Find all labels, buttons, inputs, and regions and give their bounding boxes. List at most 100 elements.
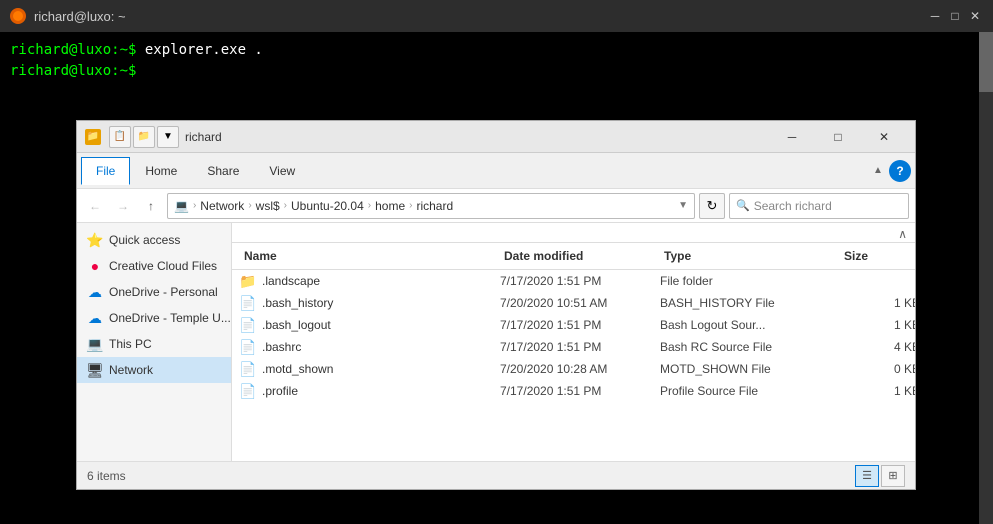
terminal-maximize-button[interactable]: □ bbox=[947, 8, 963, 24]
file-name-cell: 📄 .bashrc bbox=[240, 339, 500, 355]
path-segment-pc[interactable]: 💻 bbox=[174, 199, 189, 213]
refresh-button[interactable]: ↻ bbox=[699, 193, 725, 219]
details-view-button[interactable]: ☰ bbox=[855, 465, 879, 487]
sidebar-label-onedrive-personal: OneDrive - Personal bbox=[109, 285, 218, 299]
file-date-cell: 7/20/2020 10:51 AM bbox=[500, 296, 660, 310]
file-icon: 📄 bbox=[240, 339, 256, 355]
file-icon: 📄 bbox=[240, 361, 256, 377]
file-name-cell: 📄 .bash_history bbox=[240, 295, 500, 311]
file-size-cell: 1 KB bbox=[840, 384, 915, 398]
table-row[interactable]: 📁 .landscape 7/17/2020 1:51 PM File fold… bbox=[232, 270, 915, 292]
terminal-line1: richard@luxo:~$ explorer.exe . bbox=[10, 40, 983, 61]
path-segment-ubuntu[interactable]: Ubuntu-20.04 bbox=[291, 199, 364, 213]
sidebar-label-creative-cloud: Creative Cloud Files bbox=[109, 259, 217, 273]
table-row[interactable]: 📄 .bashrc 7/17/2020 1:51 PM Bash RC Sour… bbox=[232, 336, 915, 358]
sidebar-item-onedrive-temple[interactable]: ☁ OneDrive - Temple U... bbox=[77, 305, 231, 331]
address-path[interactable]: 💻 › Network › wsl$ › Ubuntu-20.04 › home… bbox=[167, 193, 695, 219]
sort-up-button[interactable]: ∧ bbox=[232, 223, 915, 243]
qa-properties-button[interactable]: 📋 bbox=[109, 126, 131, 148]
file-name-text: .bashrc bbox=[262, 340, 301, 354]
path-segment-wsl[interactable]: wsl$ bbox=[256, 199, 280, 213]
file-list: ∧ Name Date modified Type Size 📁 .landsc… bbox=[232, 223, 915, 461]
file-icon: 📄 bbox=[240, 383, 256, 399]
back-button[interactable]: ← bbox=[83, 194, 107, 218]
qa-new-folder-button[interactable]: 📁 bbox=[133, 126, 155, 148]
terminal-scrollbar[interactable] bbox=[979, 32, 993, 524]
file-type-cell: Bash Logout Sour... bbox=[660, 318, 840, 332]
path-segment-richard[interactable]: richard bbox=[416, 199, 453, 213]
file-size-cell: 1 KB bbox=[840, 296, 915, 310]
path-sep-1: › bbox=[193, 200, 196, 211]
ribbon-expand-button[interactable]: ▲ bbox=[867, 160, 889, 182]
terminal-cmd1: explorer.exe . bbox=[145, 42, 263, 58]
explorer-window: 📋 📁 ▼ richard ─ □ ✕ File Home Share View… bbox=[76, 120, 916, 490]
up-button[interactable]: ↑ bbox=[139, 194, 163, 218]
path-segment-network[interactable]: Network bbox=[200, 199, 244, 213]
ribbon-tab-file[interactable]: File bbox=[81, 157, 130, 185]
file-type-cell: MOTD_SHOWN File bbox=[660, 362, 840, 376]
terminal-titlebar: richard@luxo: ~ ─ □ ✕ bbox=[0, 0, 993, 32]
ribbon-tab-view[interactable]: View bbox=[254, 157, 310, 184]
quick-access-toolbar: 📋 📁 ▼ bbox=[109, 126, 179, 148]
this-pc-icon: 💻 bbox=[87, 336, 103, 352]
onedrive-temple-icon: ☁ bbox=[87, 310, 103, 326]
col-header-date[interactable]: Date modified bbox=[500, 247, 660, 265]
creative-cloud-icon: ● bbox=[87, 258, 103, 274]
path-sep-5: › bbox=[409, 200, 412, 211]
sidebar-item-quick-access[interactable]: ⭐ Quick access bbox=[77, 227, 231, 253]
maximize-button[interactable]: □ bbox=[815, 121, 861, 153]
sidebar-label-network: Network bbox=[109, 363, 153, 377]
file-name-cell: 📄 .bash_logout bbox=[240, 317, 500, 333]
col-header-name[interactable]: Name bbox=[240, 247, 500, 265]
file-type-cell: Profile Source File bbox=[660, 384, 840, 398]
path-sep-3: › bbox=[284, 200, 287, 211]
forward-button[interactable]: → bbox=[111, 194, 135, 218]
sidebar-item-this-pc[interactable]: 💻 This PC bbox=[77, 331, 231, 357]
terminal-content: richard@luxo:~$ explorer.exe . richard@l… bbox=[0, 32, 993, 90]
network-icon: 🖥 bbox=[87, 362, 103, 378]
file-name-text: .profile bbox=[262, 384, 298, 398]
path-dropdown-button[interactable]: ▼ bbox=[678, 200, 688, 211]
file-name-text: .motd_shown bbox=[262, 362, 333, 376]
table-row[interactable]: 📄 .motd_shown 7/20/2020 10:28 AM MOTD_SH… bbox=[232, 358, 915, 380]
onedrive-personal-icon: ☁ bbox=[87, 284, 103, 300]
table-row[interactable]: 📄 .bash_history 7/20/2020 10:51 AM BASH_… bbox=[232, 292, 915, 314]
ribbon-tab-home[interactable]: Home bbox=[130, 157, 192, 184]
path-sep-4: › bbox=[368, 200, 371, 211]
sidebar-item-onedrive-personal[interactable]: ☁ OneDrive - Personal bbox=[77, 279, 231, 305]
sidebar-label-quick-access: Quick access bbox=[109, 233, 180, 247]
window-controls: ─ □ ✕ bbox=[769, 121, 907, 153]
col-header-type[interactable]: Type bbox=[660, 247, 840, 265]
help-button[interactable]: ? bbox=[889, 160, 911, 182]
sidebar-label-this-pc: This PC bbox=[109, 337, 152, 351]
col-header-size[interactable]: Size bbox=[840, 247, 915, 265]
column-headers: Name Date modified Type Size bbox=[232, 243, 915, 270]
file-type-cell: BASH_HISTORY File bbox=[660, 296, 840, 310]
terminal-minimize-button[interactable]: ─ bbox=[927, 8, 943, 24]
file-name-cell: 📄 .profile bbox=[240, 383, 500, 399]
table-row[interactable]: 📄 .bash_logout 7/17/2020 1:51 PM Bash Lo… bbox=[232, 314, 915, 336]
explorer-titlebar: 📋 📁 ▼ richard ─ □ ✕ bbox=[77, 121, 915, 153]
terminal-close-button[interactable]: ✕ bbox=[967, 8, 983, 24]
qa-dropdown-button[interactable]: ▼ bbox=[157, 126, 179, 148]
close-button[interactable]: ✕ bbox=[861, 121, 907, 153]
path-segment-home[interactable]: home bbox=[375, 199, 405, 213]
large-icons-view-button[interactable]: ⊞ bbox=[881, 465, 905, 487]
view-toggle-buttons: ☰ ⊞ bbox=[855, 465, 905, 487]
file-type-cell: File folder bbox=[660, 274, 840, 288]
search-box[interactable]: 🔍 Search richard bbox=[729, 193, 909, 219]
terminal-app-icon bbox=[10, 8, 26, 24]
table-row[interactable]: 📄 .profile 7/17/2020 1:51 PM Profile Sou… bbox=[232, 380, 915, 402]
ribbon-tab-share[interactable]: Share bbox=[192, 157, 254, 184]
file-rows-container: 📁 .landscape 7/17/2020 1:51 PM File fold… bbox=[232, 270, 915, 402]
quick-access-icon: ⭐ bbox=[87, 232, 103, 248]
sidebar-item-creative-cloud[interactable]: ● Creative Cloud Files bbox=[77, 253, 231, 279]
sidebar-item-network[interactable]: 🖥 Network bbox=[77, 357, 231, 383]
folder-icon: 📁 bbox=[240, 273, 256, 289]
terminal-line2: richard@luxo:~$ bbox=[10, 61, 983, 82]
sidebar: ⭐ Quick access ● Creative Cloud Files ☁ … bbox=[77, 223, 232, 461]
terminal-title: richard@luxo: ~ bbox=[34, 9, 126, 24]
file-date-cell: 7/17/2020 1:51 PM bbox=[500, 340, 660, 354]
file-name-cell: 📁 .landscape bbox=[240, 273, 500, 289]
minimize-button[interactable]: ─ bbox=[769, 121, 815, 153]
